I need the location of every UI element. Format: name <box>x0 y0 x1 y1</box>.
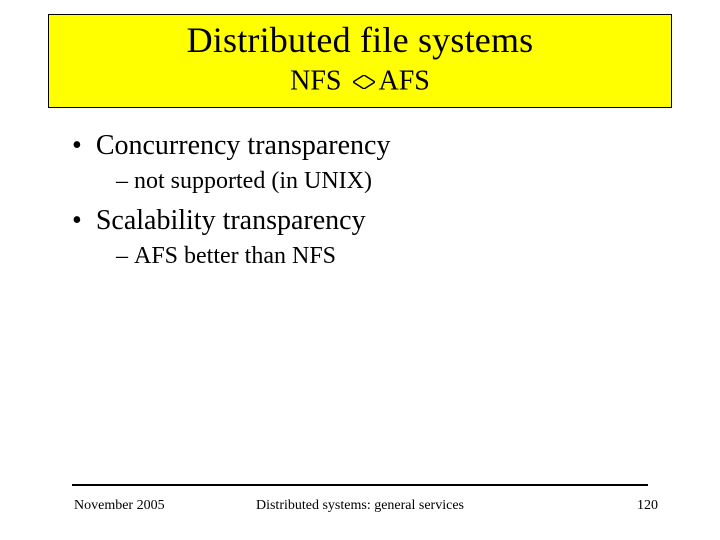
diamond-icon <box>353 65 375 97</box>
subtitle-left: NFS <box>290 65 348 96</box>
title-block: Distributed file systems NFS AFS <box>48 14 672 108</box>
subtitle-right: AFS <box>379 65 430 96</box>
page-number: 120 <box>637 498 658 514</box>
bullet-l1-text: Scalability transparency <box>96 205 366 236</box>
footer-divider <box>72 484 648 486</box>
slide-subtitle: NFS AFS <box>49 65 671 101</box>
bullet-l1-text: Concurrency transparency <box>96 130 391 161</box>
bullet-l2-text: AFS better than NFS <box>134 243 336 269</box>
content-area: • Concurrency transparency – not support… <box>72 124 662 280</box>
slide: Distributed file systems NFS AFS • Concu… <box>0 0 720 540</box>
bullet-l2: – not supported (in UNIX) <box>116 168 662 195</box>
footer: November 2005 Distributed systems: gener… <box>0 498 720 518</box>
bullet-l2: – AFS better than NFS <box>116 243 662 270</box>
footer-title: Distributed systems: general services <box>0 498 720 514</box>
slide-title: Distributed file systems <box>49 19 671 61</box>
bullet-l1: • Scalability transparency <box>72 205 662 237</box>
bullet-l2-text: not supported (in UNIX) <box>134 168 372 194</box>
bullet-l1: • Concurrency transparency <box>72 130 662 162</box>
